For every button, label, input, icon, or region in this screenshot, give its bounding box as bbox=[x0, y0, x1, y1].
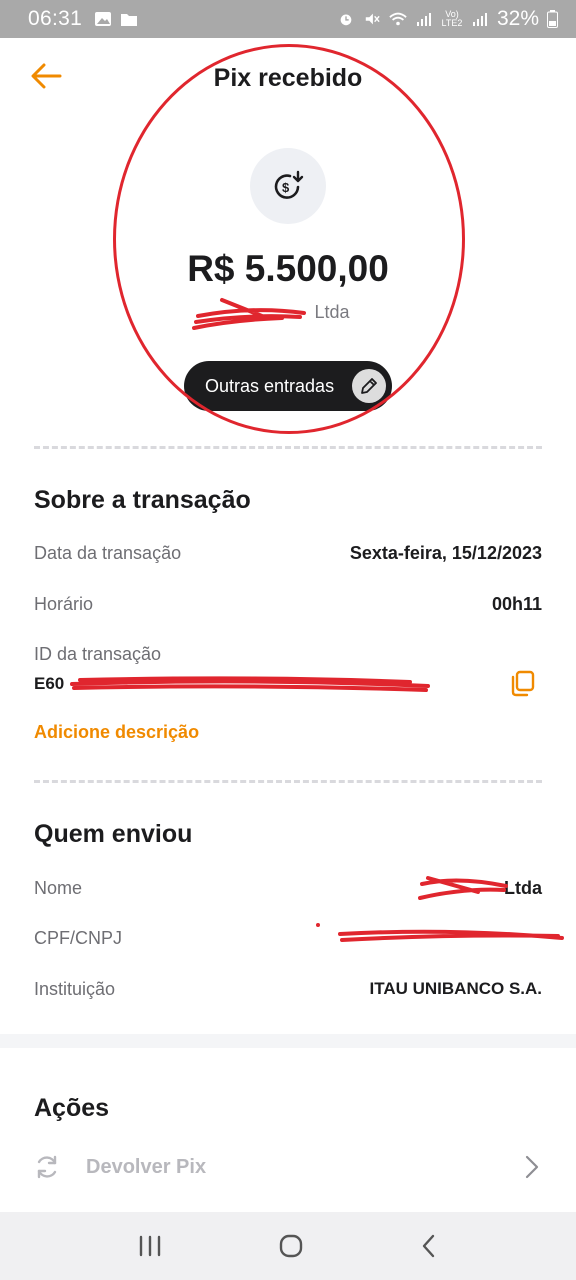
time-value: 00h11 bbox=[491, 594, 542, 614]
status-time: 06:31 bbox=[28, 7, 83, 30]
alarm-icon bbox=[340, 14, 352, 26]
chevron-right-icon bbox=[525, 1155, 539, 1179]
folder-icon bbox=[121, 14, 138, 26]
app-header: Pix recebido bbox=[0, 38, 576, 118]
system-nav-bar bbox=[0, 1212, 576, 1280]
battery-percent: 32% bbox=[496, 7, 539, 30]
battery-icon bbox=[547, 10, 558, 28]
payer-name: Ltda bbox=[0, 302, 576, 323]
money-in-icon: $ bbox=[274, 170, 304, 199]
signal-icon-2 bbox=[472, 13, 487, 26]
transaction-id-value: E60 bbox=[34, 674, 65, 693]
add-description-link[interactable]: Adicione descrição bbox=[34, 722, 199, 743]
gallery-icon bbox=[95, 12, 112, 26]
page-title: Pix recebido bbox=[213, 64, 363, 92]
name-label: Nome bbox=[34, 878, 83, 898]
status-bar: 06:31 Vo) LTE2 32% bbox=[0, 0, 576, 38]
refund-pix-action[interactable]: Devolver Pix bbox=[0, 1140, 576, 1196]
refresh-icon bbox=[37, 1155, 57, 1179]
institution-label: Instituição bbox=[34, 979, 116, 999]
transaction-section-title: Sobre a transação bbox=[34, 486, 251, 514]
redaction-scribble-id bbox=[70, 676, 430, 692]
home-icon[interactable] bbox=[278, 1233, 304, 1259]
date-value: Sexta-feira, 15/12/2023 bbox=[349, 543, 542, 563]
signal-icon bbox=[416, 13, 431, 26]
back-nav-icon[interactable] bbox=[419, 1233, 439, 1259]
id-label: ID da transação bbox=[34, 644, 162, 664]
category-chip-label: Outras entradas bbox=[205, 375, 335, 396]
divider bbox=[34, 446, 542, 449]
network-label: Vo) LTE2 bbox=[441, 9, 463, 28]
redaction-scribble-name bbox=[418, 876, 508, 900]
institution-value: ITAU UNIBANCO S.A. bbox=[369, 979, 542, 998]
refund-pix-label: Devolver Pix bbox=[86, 1156, 207, 1178]
edit-category-button[interactable] bbox=[352, 369, 386, 403]
payer-name-visible: Ltda bbox=[314, 302, 350, 322]
mute-icon bbox=[365, 13, 380, 25]
copy-id-button[interactable] bbox=[508, 668, 538, 698]
category-chip[interactable]: Outras entradas bbox=[184, 361, 392, 411]
section-separator bbox=[0, 1034, 576, 1048]
redaction-scribble-document bbox=[316, 923, 564, 942]
pix-received-icon-badge: $ bbox=[250, 148, 326, 224]
actions-section-title: Ações bbox=[34, 1094, 110, 1122]
document-label: CPF/CNPJ bbox=[34, 928, 123, 948]
divider bbox=[34, 780, 542, 783]
transaction-amount: R$ 5.500,00 bbox=[187, 248, 389, 289]
date-label: Data da transação bbox=[34, 543, 182, 563]
pencil-icon bbox=[361, 378, 377, 394]
wifi-icon bbox=[389, 12, 407, 26]
status-left-icons bbox=[94, 11, 138, 27]
name-value: Ltda bbox=[504, 878, 542, 898]
recent-apps-icon[interactable] bbox=[137, 1234, 163, 1258]
status-right-icons: Vo) LTE2 32% bbox=[337, 7, 558, 31]
svg-text:$: $ bbox=[282, 180, 290, 195]
copy-icon bbox=[511, 670, 535, 697]
sender-section-title: Quem enviou bbox=[34, 820, 193, 848]
time-label: Horário bbox=[34, 594, 94, 614]
